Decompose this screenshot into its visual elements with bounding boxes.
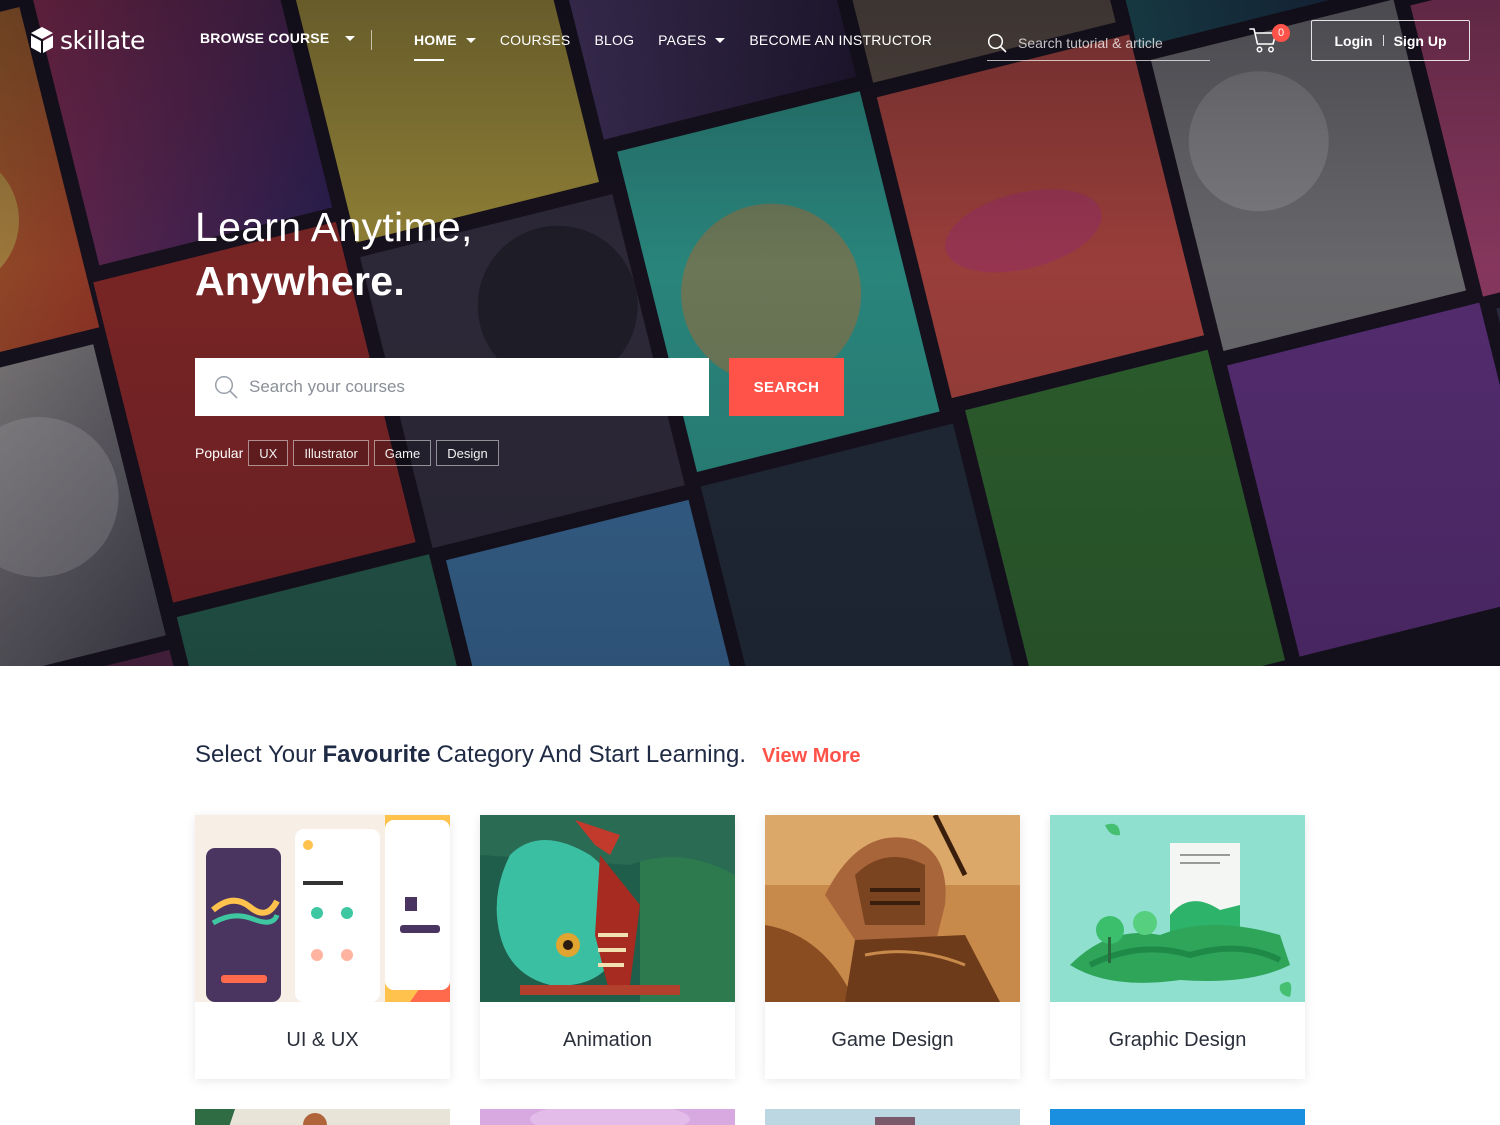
search-button[interactable]: SEARCH	[729, 358, 844, 416]
signup-link[interactable]: Sign Up	[1394, 33, 1447, 49]
title-suffix: Category And Start Learning.	[436, 741, 746, 768]
nav-item-label: BECOME AN INSTRUCTOR	[749, 32, 933, 48]
hero-headline-line1: Learn Anytime,	[195, 204, 473, 250]
logo-icon	[31, 27, 53, 53]
nav-item-label: PAGES	[658, 32, 707, 48]
nav-item-become-instructor[interactable]: BECOME AN INSTRUCTOR	[749, 30, 932, 50]
popular-tag-ux[interactable]: UX	[248, 440, 289, 466]
search-icon[interactable]	[987, 33, 1007, 53]
main-nav: HOME COURSES BLOG PAGES BECOME AN INSTRU…	[414, 30, 932, 61]
search-icon	[214, 375, 238, 399]
category-card-graphic-design[interactable]: Graphic Design	[1050, 815, 1305, 1079]
category-cards-row-2	[195, 1109, 1305, 1125]
category-label: Game Design	[831, 1029, 954, 1051]
caret-down-icon	[715, 37, 726, 43]
header-search-input[interactable]	[1018, 35, 1208, 51]
nav-item-home[interactable]: HOME	[414, 30, 476, 61]
hero-section	[0, 0, 1500, 666]
category-card-partial[interactable]	[480, 1109, 735, 1125]
course-search-box	[195, 358, 709, 416]
hero-headline-line2: Anywhere.	[195, 258, 406, 304]
graphic-design-thumbnail	[1050, 815, 1305, 1002]
brand-logo[interactable]: skillate	[30, 24, 145, 56]
title-bold: Favourite	[322, 741, 431, 768]
ui-ux-thumbnail	[195, 815, 450, 1002]
login-link[interactable]: Login	[1335, 33, 1373, 49]
nav-item-label: BLOG	[594, 32, 635, 48]
nav-item-blog[interactable]: BLOG	[594, 30, 634, 50]
popular-label: Popular	[195, 445, 244, 461]
course-search-input[interactable]	[249, 377, 689, 397]
category-card-ui-ux[interactable]: UI & UX	[195, 815, 450, 1079]
category-cards: UI & UX Animation Game Design Graphic De…	[195, 815, 1305, 1079]
popular-tag-illustrator[interactable]: Illustrator	[293, 440, 369, 466]
nav-item-pages[interactable]: PAGES	[658, 30, 726, 50]
browse-course-menu[interactable]: BROWSE COURSE	[200, 30, 356, 46]
popular-tags: Popular UX Illustrator Game Design	[195, 440, 499, 466]
header-search	[987, 26, 1210, 61]
nav-item-label: HOME	[414, 32, 457, 48]
category-card-partial[interactable]	[195, 1109, 450, 1125]
animation-thumbnail	[480, 815, 735, 1002]
caret-down-icon	[465, 37, 476, 43]
nav-item-label: COURSES	[499, 32, 571, 48]
cart-count-badge: 0	[1272, 24, 1290, 42]
category-label: UI & UX	[286, 1029, 359, 1051]
category-card-partial[interactable]	[1050, 1109, 1305, 1125]
header-divider	[371, 30, 372, 50]
view-more-link[interactable]: View More	[762, 745, 861, 768]
category-section-title: Select Your Favourite Category And Start…	[195, 741, 861, 769]
category-card-animation[interactable]: Animation	[480, 815, 735, 1079]
site-header: skillate BROWSE COURSE HOME COURSES BLOG…	[0, 0, 1500, 80]
popular-tag-design[interactable]: Design	[436, 440, 499, 466]
title-prefix: Select Your	[195, 741, 317, 768]
caret-down-icon	[345, 35, 356, 41]
category-label: Animation	[563, 1029, 652, 1051]
game-design-thumbnail	[765, 815, 1020, 1002]
category-card-partial[interactable]	[765, 1109, 1020, 1125]
category-card-game-design[interactable]: Game Design	[765, 815, 1020, 1079]
auth-box: Login Sign Up	[1311, 20, 1470, 61]
auth-divider	[1382, 35, 1384, 46]
nav-item-courses[interactable]: COURSES	[500, 30, 571, 50]
browse-course-label: BROWSE COURSE	[200, 30, 330, 46]
hero-overlay	[0, 0, 1500, 666]
category-label: Graphic Design	[1108, 1029, 1247, 1051]
popular-tag-game[interactable]: Game	[373, 440, 432, 466]
brand-name: skillate	[60, 25, 145, 55]
